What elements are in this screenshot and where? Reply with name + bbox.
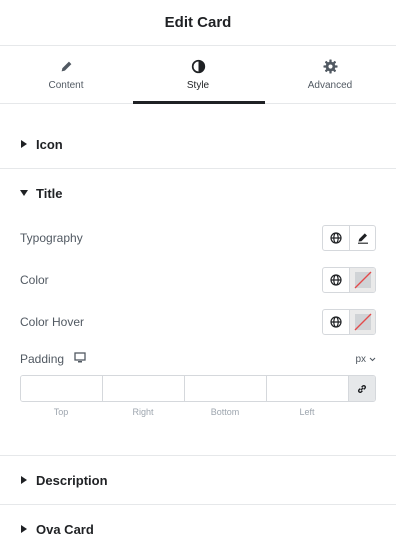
padding-dimension-labels: Top Right Bottom Left — [20, 407, 376, 417]
tab-content[interactable]: Content — [0, 46, 132, 103]
color-hover-buttons — [322, 309, 376, 335]
unit-value: px — [355, 353, 366, 365]
title-controls: Typography Color Color Hover Padding px … — [0, 217, 396, 455]
gear-icon — [322, 58, 338, 74]
tab-style[interactable]: Style — [132, 46, 265, 104]
typography-label: Typography — [20, 231, 83, 245]
caret-right-icon — [20, 476, 28, 484]
global-color-button[interactable] — [323, 268, 349, 292]
pencil-icon — [357, 233, 368, 244]
empty-color-icon — [354, 313, 371, 331]
dim-label-left: Left — [299, 407, 315, 417]
global-typography-button[interactable] — [323, 226, 349, 250]
section-title: Description — [36, 472, 108, 488]
panel-header: Edit Card — [0, 0, 396, 46]
section-title-panel: Title Typography Color Color Hover Paddi… — [0, 169, 396, 456]
padding-label-group: Padding — [20, 350, 86, 368]
color-picker-swatch[interactable] — [349, 268, 375, 292]
section-title: Title — [36, 185, 63, 201]
pencil-icon — [58, 58, 74, 74]
typography-buttons — [322, 225, 376, 251]
edit-typography-button[interactable] — [349, 226, 375, 250]
unit-select[interactable]: px — [355, 354, 376, 365]
link-values-button[interactable] — [349, 376, 375, 401]
section-title: Icon — [36, 136, 63, 152]
section-icon-toggle[interactable]: Icon — [0, 120, 396, 168]
color-buttons — [322, 267, 376, 293]
tab-label: Advanced — [307, 80, 353, 91]
dim-label-right: Right — [132, 407, 154, 417]
color-hover-row: Color Hover — [20, 301, 376, 343]
color-row: Color — [20, 259, 376, 301]
desktop-icon[interactable] — [74, 350, 86, 368]
padding-label: Padding — [20, 352, 65, 366]
color-hover-picker-swatch[interactable] — [349, 310, 375, 334]
section-description: Description — [0, 456, 396, 505]
empty-color-icon — [354, 271, 371, 289]
tab-label: Style — [186, 80, 210, 91]
globe-icon — [330, 274, 342, 286]
dim-label-top: Top — [53, 407, 69, 417]
globe-icon — [330, 232, 342, 244]
section-title-toggle[interactable]: Title — [0, 169, 396, 217]
color-hover-label: Color Hover — [20, 315, 85, 329]
section-title: Ova Card — [36, 521, 94, 537]
padding-left-input[interactable] — [267, 376, 349, 401]
caret-right-icon — [20, 525, 28, 533]
section-icon: Icon — [0, 120, 396, 169]
link-icon — [358, 384, 366, 393]
section-description-toggle[interactable]: Description — [0, 456, 396, 504]
caret-right-icon — [20, 140, 28, 148]
chevron-down-icon — [369, 357, 376, 361]
globe-icon — [330, 316, 342, 328]
color-label: Color — [20, 273, 49, 287]
tab-advanced[interactable]: Advanced — [264, 46, 396, 103]
tab-bar: Content Style Advanced — [0, 46, 396, 104]
dim-label-bottom: Bottom — [210, 407, 240, 417]
padding-header: Padding px — [20, 345, 376, 373]
global-color-hover-button[interactable] — [323, 310, 349, 334]
padding-bottom-input[interactable] — [185, 376, 267, 401]
panel-title: Edit Card — [164, 14, 232, 31]
padding-right-input[interactable] — [103, 376, 185, 401]
padding-dimensions — [20, 375, 376, 402]
padding-top-input[interactable] — [21, 376, 103, 401]
tab-label: Content — [48, 80, 84, 91]
typography-row: Typography — [20, 217, 376, 259]
section-ova-card: Ova Card — [0, 505, 396, 549]
caret-down-icon — [20, 189, 28, 197]
contrast-icon — [190, 58, 206, 74]
section-ova-card-toggle[interactable]: Ova Card — [0, 505, 396, 549]
